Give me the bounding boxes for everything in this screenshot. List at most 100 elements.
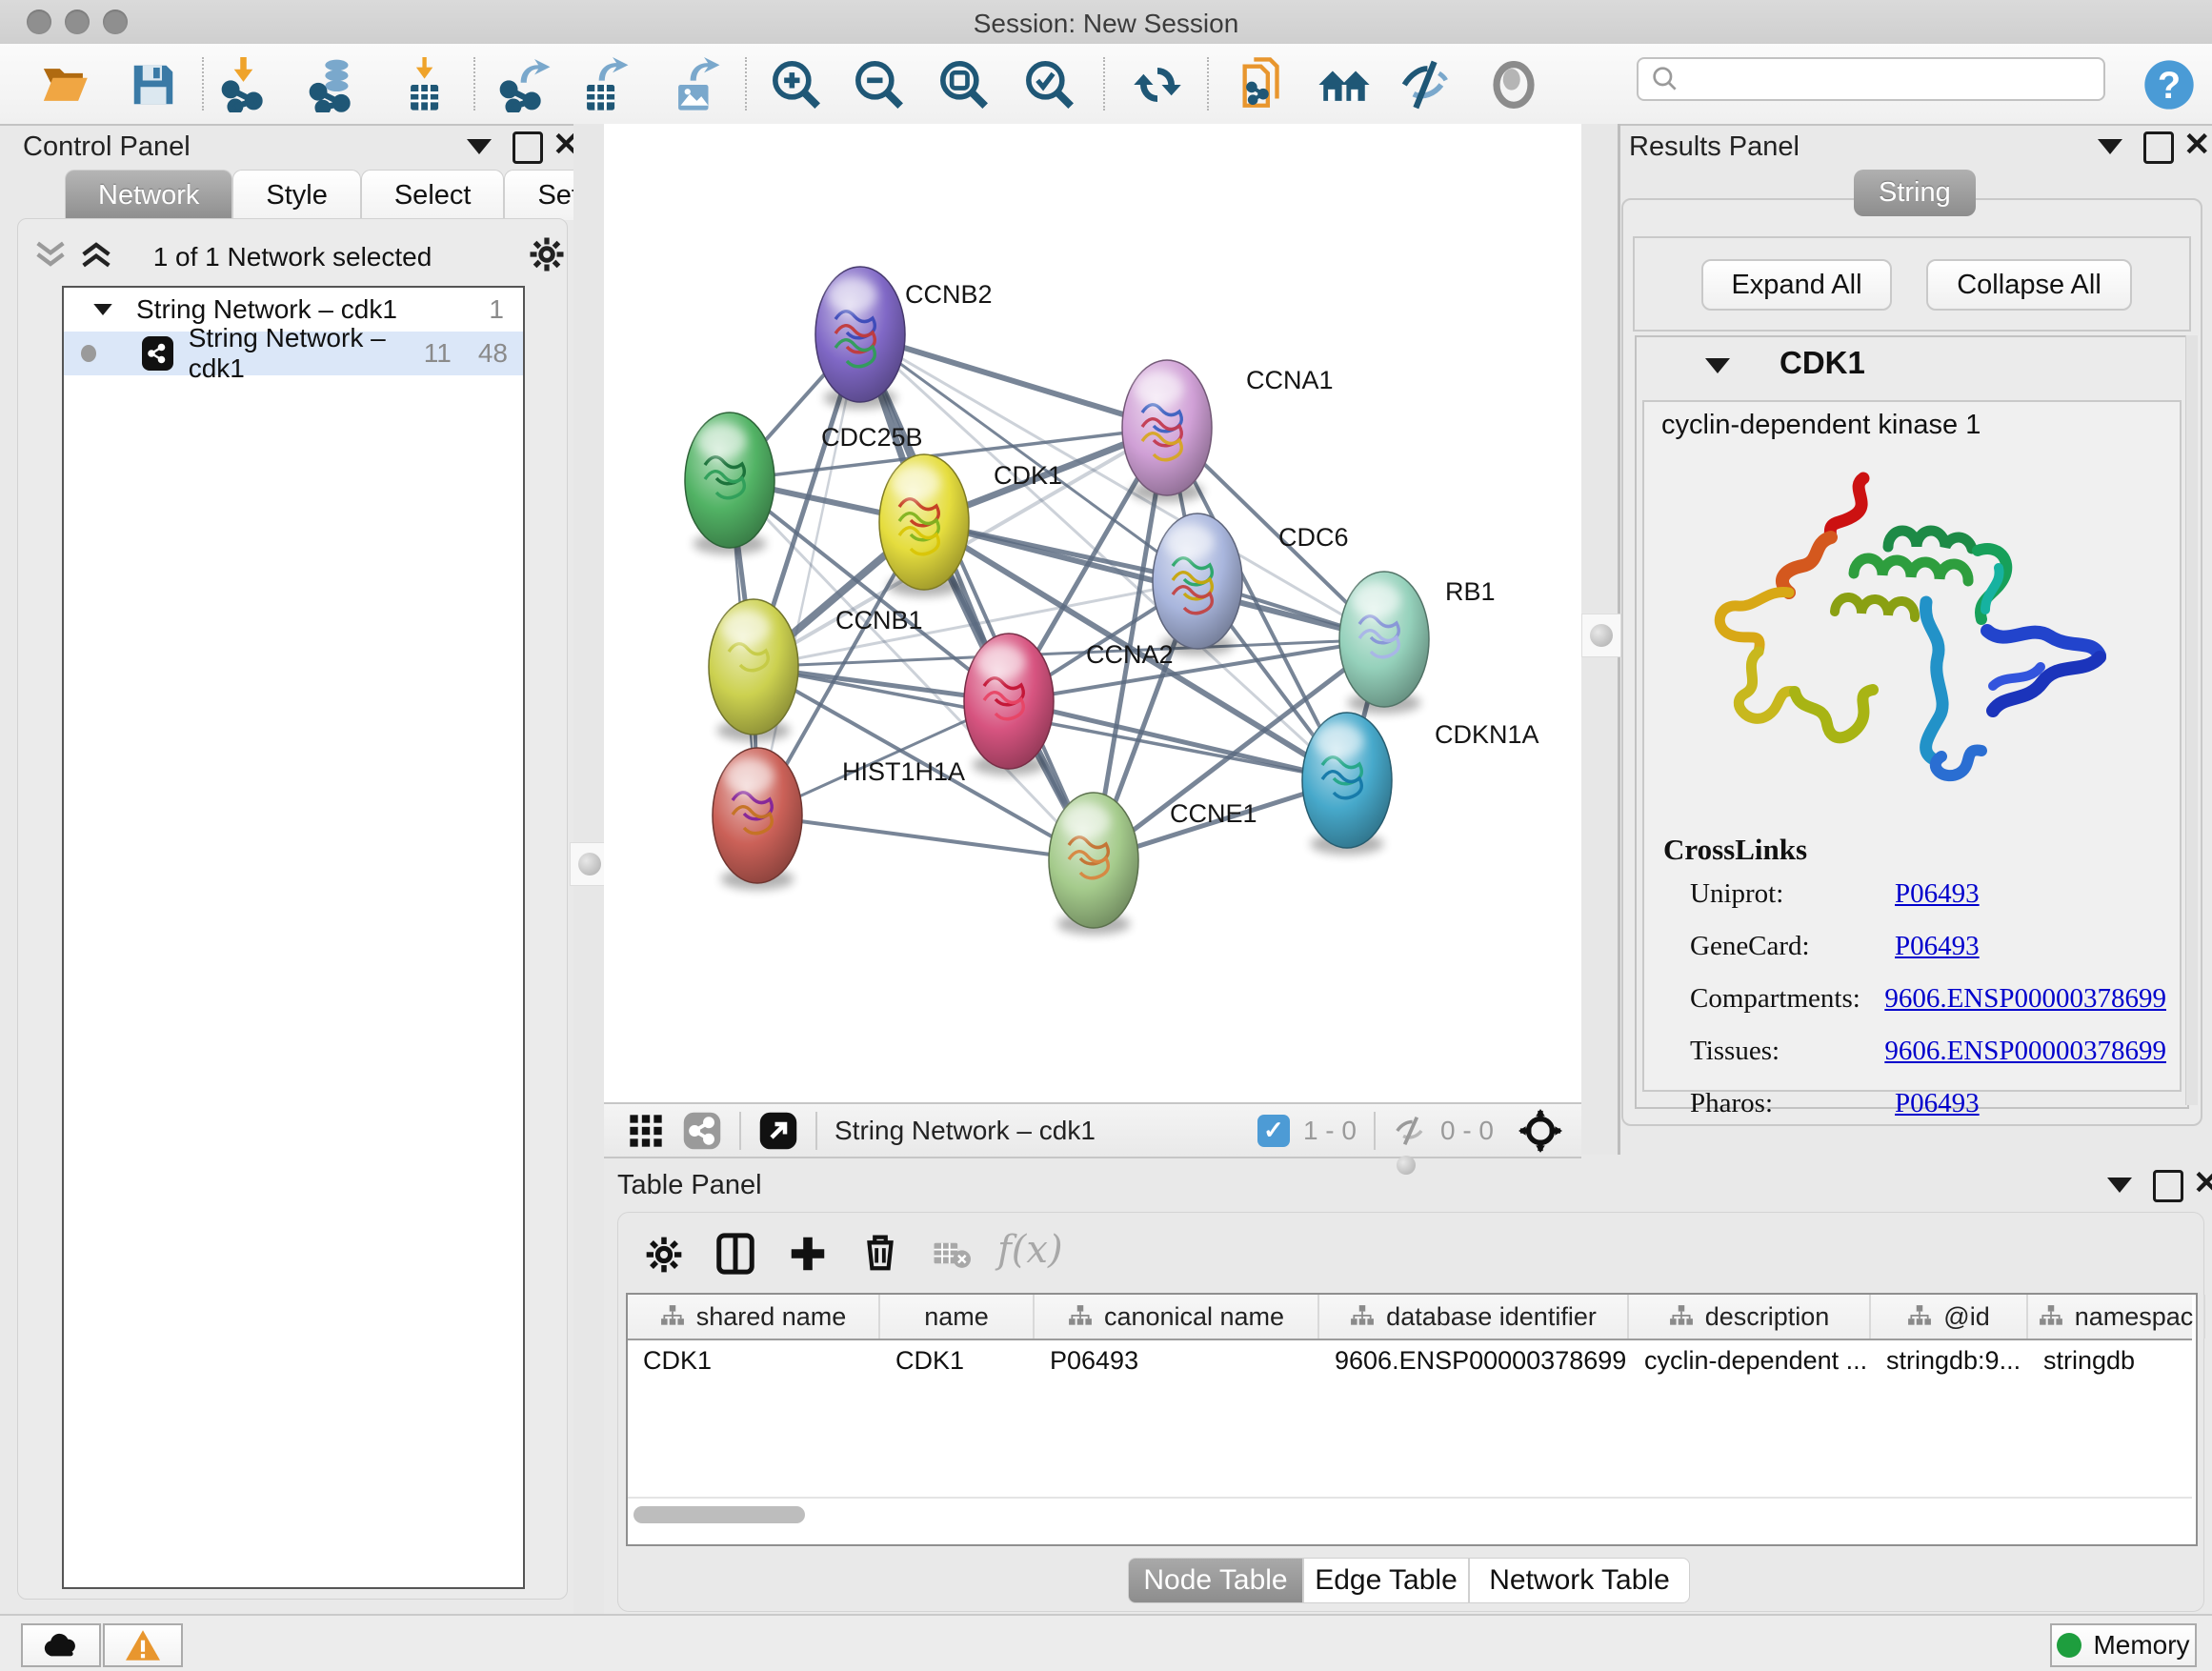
tab-network[interactable]: Network [65, 170, 232, 220]
tab-select[interactable]: Select [361, 170, 505, 220]
node-CCNB1[interactable]: CCNB1 [709, 599, 923, 741]
column-header-description[interactable]: description [1629, 1295, 1871, 1339]
column-header--id[interactable]: @id [1871, 1295, 2028, 1339]
export-image-button[interactable] [663, 53, 726, 116]
toolbar-separator [745, 57, 747, 111]
table-row[interactable]: CDK1CDK1P064939606.ENSP00000378699cyclin… [628, 1339, 2192, 1382]
add-column-icon[interactable] [786, 1232, 830, 1276]
node-CCNA1[interactable]: CCNA1 [1122, 360, 1334, 502]
table-cell[interactable]: P06493 [1035, 1339, 1319, 1382]
node-CDC6[interactable]: CDC6 [1153, 513, 1349, 655]
import-network-database-button[interactable] [303, 53, 366, 116]
node-RB1[interactable]: RB1 [1339, 572, 1496, 714]
node-CDK1[interactable]: CDK1 [879, 454, 1062, 596]
crosslink-value-link[interactable]: 9606.ENSP00000378699 [1884, 1036, 2166, 1067]
import-table-button[interactable] [395, 53, 458, 116]
home-networks-button[interactable] [1313, 53, 1376, 116]
open-session-button[interactable] [35, 53, 98, 116]
grid-view-icon[interactable] [627, 1112, 665, 1150]
toolbar-search[interactable] [1637, 57, 2105, 101]
table-import-icon [399, 57, 454, 112]
table-cell[interactable]: stringdb:9... [1871, 1339, 2028, 1382]
table-panel-close-icon[interactable]: ✕ [2193, 1170, 2212, 1197]
node-CCNA2[interactable]: CCNA2 [964, 634, 1174, 775]
node-label-RB1: RB1 [1445, 577, 1496, 606]
import-network-file-button[interactable] [215, 53, 278, 116]
table-panel-float-icon[interactable] [2153, 1170, 2183, 1202]
table-cell[interactable]: stringdb [2028, 1339, 2205, 1382]
crosslink-value-link[interactable]: P06493 [1895, 878, 1980, 910]
control-panel-collapse-icon[interactable] [467, 139, 492, 154]
column-header-shared-name[interactable]: shared name [628, 1295, 880, 1339]
table-cell[interactable]: 9606.ENSP00000378699 [1319, 1339, 1629, 1382]
network-overview-icon[interactable] [682, 1111, 722, 1151]
table-panel-collapse-icon[interactable] [2107, 1178, 2132, 1193]
tab-style[interactable]: Style [232, 170, 360, 220]
string-import-button[interactable] [1232, 53, 1295, 116]
tab-network-table[interactable]: Network Table [1469, 1558, 1690, 1603]
right-splitter-handle[interactable] [1581, 614, 1621, 657]
edge-CCNB2-CCNA1[interactable] [860, 334, 1167, 428]
control-panel: Control Panel ✕ Network Style Select Set… [10, 124, 573, 1610]
column-header-database-identifier[interactable]: database identifier [1319, 1295, 1629, 1339]
table-cell[interactable]: CDK1 [880, 1339, 1035, 1382]
table-h-scrollbar[interactable] [633, 1506, 805, 1523]
zoom-in-button[interactable] [765, 53, 828, 116]
crosslink-label: Pharos: [1690, 1088, 1895, 1119]
node-CDKN1A[interactable]: CDKN1A [1302, 713, 1539, 855]
network-row-selected[interactable]: String Network – cdk1 11 48 [64, 332, 523, 375]
collapse-all-button[interactable]: Collapse All [1926, 259, 2132, 311]
select-columns-icon[interactable] [714, 1232, 757, 1276]
zoom-fit-button[interactable] [933, 53, 995, 116]
node-CCNB2[interactable]: CCNB2 [815, 267, 993, 409]
zoom-selected-button[interactable] [1018, 53, 1081, 116]
tab-string[interactable]: String [1854, 170, 1976, 216]
tab-edge-table[interactable]: Edge Table [1303, 1558, 1469, 1603]
crosslink-value-link[interactable]: P06493 [1895, 931, 1980, 962]
table-cell[interactable]: CDK1 [628, 1339, 880, 1382]
table-cell[interactable]: cyclin-dependent ... [1629, 1339, 1871, 1382]
warnings-button[interactable] [103, 1623, 183, 1667]
control-panel-float-icon[interactable] [513, 131, 543, 164]
fit-crosshair-icon[interactable] [1518, 1109, 1562, 1153]
gene-collapse-icon[interactable] [1705, 358, 1730, 373]
table-panel: Table Panel ✕ [604, 1164, 2212, 1614]
export-image-icon [667, 57, 722, 112]
column-header-canonical-name[interactable]: canonical name [1035, 1295, 1319, 1339]
expand-all-button[interactable]: Expand All [1701, 259, 1892, 311]
column-header-namespac[interactable]: namespac [2028, 1295, 2205, 1339]
results-panel-float-icon[interactable] [2143, 131, 2174, 164]
export-table-button[interactable] [572, 53, 634, 116]
search-input[interactable] [1680, 64, 2084, 95]
hide-selected-button[interactable] [1394, 53, 1457, 116]
results-scrollbar[interactable] [2185, 335, 2198, 1105]
status-bar: Memory [0, 1614, 2212, 1671]
edge-HIST1H1A-CCNE1[interactable] [757, 815, 1094, 860]
memory-button[interactable]: Memory [2050, 1623, 2197, 1667]
gear-icon[interactable] [527, 234, 567, 274]
save-session-button[interactable] [122, 53, 185, 116]
node-HIST1H1A[interactable]: HIST1H1A [713, 748, 965, 890]
show-graphics-details-button[interactable] [1482, 53, 1545, 116]
column-header-name[interactable]: name [880, 1295, 1035, 1339]
import-network-icon [219, 57, 274, 112]
selected-nodes-checkbox[interactable]: ✓ [1257, 1115, 1290, 1147]
crosslink-value-link[interactable]: P06493 [1895, 1088, 1980, 1119]
open-in-window-icon[interactable] [758, 1111, 798, 1151]
network-graph[interactable]: CCNB2CCNA1CDC25BCDK1CDC6RB1CCNB1CCNA2CDK… [604, 124, 1581, 1102]
cloud-status-button[interactable] [21, 1623, 101, 1667]
table-settings-gear-icon[interactable] [643, 1234, 685, 1276]
export-network-button[interactable] [493, 53, 556, 116]
network-view[interactable]: CCNB2CCNA1CDC25BCDK1CDC6RB1CCNB1CCNA2CDK… [604, 124, 1581, 1102]
node-label-CDKN1A: CDKN1A [1435, 720, 1539, 749]
zoom-out-button[interactable] [848, 53, 911, 116]
help-button[interactable]: ? [2138, 53, 2201, 116]
tree-expand-icon[interactable] [93, 304, 112, 315]
tab-node-table[interactable]: Node Table [1128, 1558, 1303, 1603]
hidden-eye-icon[interactable] [1393, 1113, 1429, 1149]
results-panel-close-icon[interactable]: ✕ [2183, 131, 2211, 158]
results-panel-collapse-icon[interactable] [2098, 139, 2122, 154]
delete-column-icon[interactable] [858, 1230, 902, 1274]
crosslink-value-link[interactable]: 9606.ENSP00000378699 [1884, 983, 2166, 1015]
apply-layout-button[interactable] [1126, 53, 1189, 116]
